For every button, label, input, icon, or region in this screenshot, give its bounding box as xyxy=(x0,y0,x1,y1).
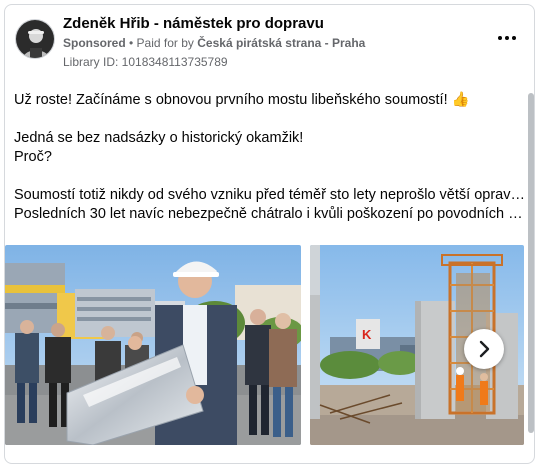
separator: • xyxy=(125,36,137,50)
post-line: Soumostí totiž nikdy od svého vzniku pře… xyxy=(14,187,526,203)
image-carousel: K xyxy=(5,245,534,450)
carousel-slide-photo-ceremony[interactable] xyxy=(5,245,301,445)
scrollbar-thumb[interactable] xyxy=(528,93,534,433)
avatar-image xyxy=(16,20,54,58)
post-line: Jedná se bez nadsázky o historický okamž… xyxy=(14,130,304,146)
more-horizontal-icon xyxy=(498,36,502,40)
post-line: Proč? xyxy=(14,149,52,165)
more-horizontal-icon xyxy=(512,36,516,40)
more-horizontal-icon xyxy=(505,36,509,40)
chevron-right-icon xyxy=(479,340,490,358)
svg-text:K: K xyxy=(362,327,372,342)
paid-for-prefix: Paid for by xyxy=(136,36,198,50)
ceremony-photo xyxy=(5,245,301,445)
post-text: Už roste! Začínáme s obnovou prvního mos… xyxy=(14,91,526,224)
library-id: Library ID: 1018348113735789 xyxy=(63,55,228,69)
sponsored-label: Sponsored xyxy=(63,36,126,50)
post-line: Už roste! Začínáme s obnovou prvního mos… xyxy=(14,92,470,108)
paid-for-name[interactable]: Česká pirátská strana - Praha xyxy=(197,36,365,50)
page-avatar[interactable] xyxy=(15,19,55,59)
post-line[interactable]: Posledních 30 let navíc nebezpečně chátr… xyxy=(14,205,526,224)
vertical-scrollbar[interactable] xyxy=(528,93,534,445)
carousel-next-button[interactable] xyxy=(464,329,504,369)
sponsor-line: Sponsored • Paid for by Česká pirátská s… xyxy=(63,36,365,50)
ad-card: Zdeněk Hřib - náměstek pro dopravu Spons… xyxy=(4,4,535,464)
page-name-link[interactable]: Zdeněk Hřib - náměstek pro dopravu xyxy=(63,15,324,32)
more-options-button[interactable] xyxy=(496,31,518,45)
